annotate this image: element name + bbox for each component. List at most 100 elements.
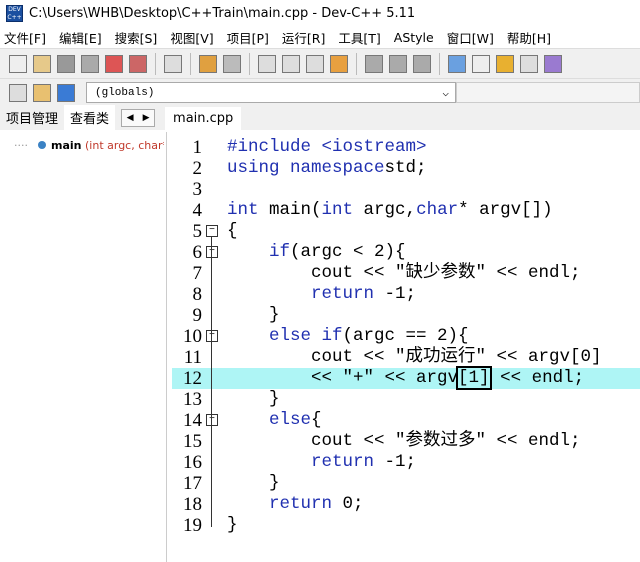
code-text: return -1; [311,284,417,304]
toolbar-button-icon-19[interactable] [413,54,431,73]
line-number: 18 [183,494,202,515]
bookmark-icon[interactable] [57,83,75,102]
arrow-left-icon[interactable]: ◀ [122,110,138,126]
toolbar-button-icon-5[interactable] [129,54,147,73]
code-line[interactable]: 11 cout << "成功运行" << argv[0] [172,347,640,368]
code-line[interactable]: 6− if(argc < 2){ [172,242,640,263]
toolbar-button-icon-14[interactable] [306,54,324,73]
toolbar-separator [439,52,440,75]
code-text: using namespacestd; [227,158,427,178]
toolbar-button-icon-17[interactable] [365,54,383,73]
tree-item-main[interactable]: ···· main (int argc, char* argv[]) [14,139,164,152]
add-file-icon[interactable] [33,83,51,102]
code-line[interactable]: 2 using namespacestd; [172,158,640,179]
toolbar-separator [249,52,250,75]
tab-project[interactable]: 项目管理 [0,105,64,130]
toolbar-button-icon-24[interactable] [520,54,538,73]
toolbar-button-icon-13[interactable] [282,54,300,73]
fold-toggle-icon[interactable]: − [206,246,218,258]
code-line[interactable]: 17 } [172,473,640,494]
scope-value: (globals) [95,86,155,99]
menu-item-5[interactable]: 运行[R] [282,28,325,47]
tab-classes[interactable]: 查看类 [64,105,116,130]
toolbar-button-icon-0[interactable] [9,54,27,73]
toolbar-button-icon-3[interactable] [81,54,99,73]
scope-combo[interactable]: (globals) ⌵ [86,82,456,103]
fold-guide [211,237,212,527]
toolbar-button-icon-12[interactable] [258,54,276,73]
fold-toggle-icon[interactable]: − [206,414,218,426]
code-line[interactable]: 15 cout << "参数过多" << endl; [172,431,640,452]
insert-icon[interactable] [9,83,27,102]
menu-item-2[interactable]: 搜索[S] [115,28,158,47]
menu-item-0[interactable]: 文件[F] [4,28,46,47]
code-line[interactable]: 18 return 0; [172,494,640,515]
toolbar-button-icon-25[interactable] [544,54,562,73]
code-line[interactable]: 4 int main(int argc,char* argv[]) [172,200,640,221]
window-title: C:\Users\WHB\Desktop\C++Train\main.cpp -… [29,5,416,21]
code-line[interactable]: 5−{ [172,221,640,242]
toolbar-button-icon-2[interactable] [57,54,75,73]
code-line[interactable]: 19} [172,515,640,536]
function-signature: (int argc, char* argv[]) [84,139,164,152]
symbol-combo[interactable] [456,82,640,103]
menu-item-8[interactable]: 窗口[W] [447,28,494,47]
menu-item-9[interactable]: 帮助[H] [507,28,551,47]
line-number: 2 [192,158,203,179]
toolbar-button-icon-18[interactable] [389,54,407,73]
toolbar-button-icon-1[interactable] [33,54,51,73]
toolbar-button-icon-21[interactable] [448,54,466,73]
toolbar-button-icon-9[interactable] [199,54,217,73]
fold-toggle-icon[interactable]: − [206,330,218,342]
code-text: if(argc < 2){ [269,242,406,262]
arrow-right-icon[interactable]: ▶ [138,110,154,126]
line-number: 16 [183,452,202,473]
code-line[interactable]: 16 return -1; [172,452,640,473]
code-text: { [227,221,238,241]
toolbar-button-icon-15[interactable] [330,54,348,73]
menu-item-7[interactable]: AStyle [394,30,434,45]
menu-item-1[interactable]: 编辑[E] [59,28,102,47]
code-editor[interactable]: 1 #include <iostream> 2 using namespacestd;… [172,132,640,562]
code-line[interactable]: 12 << "+" << argv[1] << endl; [172,366,640,390]
code-line[interactable]: 8 return -1; [172,284,640,305]
toolbar-separator [190,52,191,75]
toolbar-button-icon-4[interactable] [105,54,123,73]
line-number: 5 [192,221,203,242]
line-number: 6 [192,242,203,263]
toolbar-button-icon-10[interactable] [223,54,241,73]
toolbar-button-icon-22[interactable] [472,54,490,73]
toolbar-button-icon-7[interactable] [164,54,182,73]
chevron-down-icon: ⌵ [442,87,449,100]
code-text: else if(argc == 2){ [269,326,469,346]
line-number: 3 [192,179,203,200]
line-number: 15 [183,431,202,452]
line-number: 10 [183,326,202,347]
class-browser: ···· main (int argc, char* argv[]) [0,132,167,562]
code-line[interactable]: 10− else if(argc == 2){ [172,326,640,347]
title-bar: DEV C++ C:\Users\WHB\Desktop\C++Train\ma… [0,0,640,26]
code-line[interactable]: 1 #include <iostream> [172,137,640,158]
code-line[interactable]: 3 [172,179,640,200]
line-number: 8 [192,284,203,305]
function-icon [38,141,46,149]
code-line[interactable]: 14− else{ [172,410,640,431]
code-text: } [227,515,238,535]
fold-toggle-icon[interactable]: − [206,225,218,237]
menu-item-6[interactable]: 工具[T] [338,28,380,47]
line-number: 14 [183,410,202,431]
code-line[interactable]: 13 } [172,389,640,410]
code-line[interactable]: 7 cout << "缺少参数" << endl; [172,263,640,284]
menu-bar: 文件[F] 编辑[E] 搜索[S] 视图[V] 项目[P] 运行[R] 工具[T] AStyl… [0,26,640,48]
line-number: 9 [192,305,203,326]
code-text: << "+" << argv[1] << endl; [227,366,585,390]
line-number: 4 [192,200,203,221]
toolbar-button-icon-23[interactable] [496,54,514,73]
code-text: else{ [269,410,322,430]
menu-item-4[interactable]: 项目[P] [227,28,269,47]
tab-scroll: ◀ ▶ [121,109,156,127]
line-number: 12 [183,368,202,389]
file-tab-main[interactable]: main.cpp [165,107,242,130]
code-line[interactable]: 9 } [172,305,640,326]
menu-item-3[interactable]: 视图[V] [170,28,213,47]
